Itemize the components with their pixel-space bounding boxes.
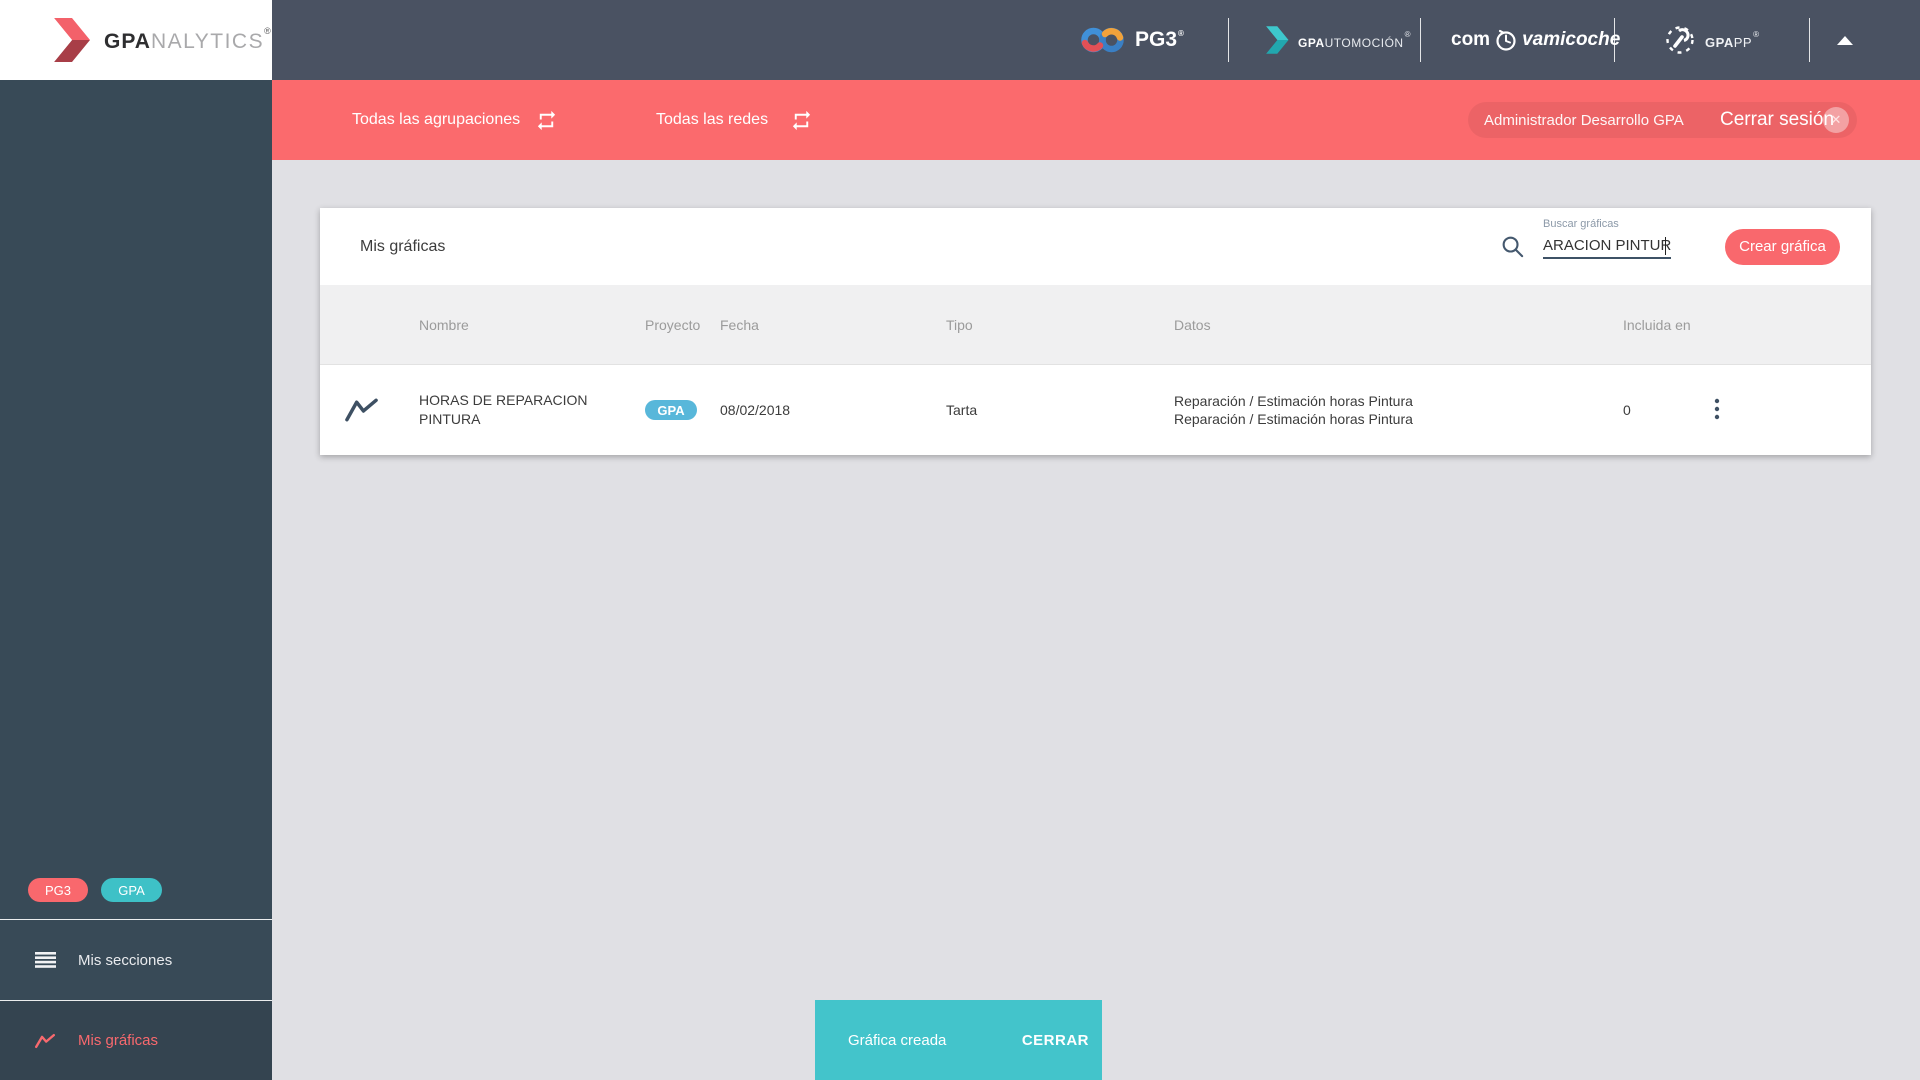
column-header-datos: Datos: [1174, 316, 1211, 333]
sidebar: PG3 GPA Mis secciones Mis gráficas: [0, 80, 272, 1080]
filter-bar: Todas las agrupaciones Todas las redes A…: [272, 80, 1920, 160]
toast-message: Gráfica creada: [848, 1031, 947, 1049]
filter-redes[interactable]: Todas las redes: [656, 80, 768, 160]
menu-icon: [35, 952, 56, 968]
chart-line-icon: [35, 1033, 55, 1048]
column-header-tipo: Tipo: [946, 316, 973, 333]
page-title: Mis gráficas: [360, 237, 446, 255]
row-icon-cell: [320, 397, 419, 423]
gpautomocion-logo: GPAUTOMOCIÓN®: [1262, 25, 1411, 55]
row-datos-line: Reparación / Estimación horas Pintura: [1174, 411, 1413, 427]
column-header-nombre: Nombre: [419, 316, 469, 333]
search-field: Buscar gráficas: [1543, 218, 1671, 259]
sidebar-badges: PG3 GPA: [28, 878, 162, 902]
filter-agrupaciones[interactable]: Todas las agrupaciones: [352, 80, 520, 160]
table-header: Nombre Proyecto Fecha Tipo Datos Incluid…: [320, 285, 1871, 364]
column-header-proyecto: Proyecto: [645, 316, 701, 333]
pg3-infinity-icon: [1081, 27, 1124, 53]
sidebar-item-graficas[interactable]: Mis gráficas: [0, 1001, 272, 1080]
row-actions: [1700, 398, 1871, 423]
swap-agrupaciones-icon[interactable]: [535, 109, 558, 132]
header-divider: [1809, 18, 1810, 62]
app-root: GPANALYTICS® PG3® GPAUTOMOCIÓN® com vami…: [0, 0, 1920, 1080]
gpapp-wrench-icon: [1666, 26, 1694, 54]
column-header-incluida-en: Incluida en: [1623, 316, 1691, 333]
top-header: GPANALYTICS® PG3® GPAUTOMOCIÓN® com vami…: [0, 0, 1920, 80]
row-incluida-en: 0: [1623, 402, 1631, 418]
card-header: Mis gráficas Buscar gráficas Crear gráfi…: [320, 208, 1871, 285]
search-icon[interactable]: [1500, 234, 1525, 259]
create-chart-button[interactable]: Crear gráfica: [1725, 228, 1840, 265]
sidebar-item-label: Mis secciones: [78, 951, 173, 969]
gpautomocion-label: GPAUTOMOCIÓN®: [1298, 30, 1411, 50]
gpa-analytics-arrow-icon: [54, 18, 90, 62]
row-datos: Reparación / Estimación horas Pintura Re…: [1174, 392, 1623, 428]
clock-icon: [1496, 29, 1516, 51]
pg3-logo: PG3®: [1080, 25, 1184, 55]
project-badge: GPA: [645, 400, 697, 420]
logout-button[interactable]: Cerrar sesión: [1720, 109, 1834, 131]
header-divider: [1420, 18, 1421, 62]
sidebar-item-secciones[interactable]: Mis secciones: [0, 920, 272, 1000]
text-caret: [1665, 236, 1666, 255]
search-input[interactable]: [1543, 234, 1671, 257]
user-session-pill: Administrador Desarrollo GPA Cerrar sesi…: [1468, 102, 1857, 138]
user-name: Administrador Desarrollo GPA: [1484, 111, 1684, 129]
row-proyecto: GPA: [645, 400, 720, 420]
header-divider: [1228, 18, 1229, 62]
collapse-caret-icon[interactable]: [1837, 36, 1853, 45]
row-datos-line: Reparación / Estimación horas Pintura: [1174, 393, 1413, 409]
badge-gpa[interactable]: GPA: [101, 878, 162, 902]
chart-line-icon: [345, 398, 378, 422]
search-label: Buscar gráficas: [1543, 217, 1619, 230]
gpa-analytics-logo: GPANALYTICS®: [0, 0, 272, 80]
row-tipo: Tarta: [946, 402, 978, 418]
toast-close-button[interactable]: CERRAR: [1022, 1032, 1089, 1049]
gpautomocion-arrow-icon: [1266, 26, 1289, 54]
swap-redes-icon[interactable]: [790, 109, 813, 132]
close-session-icon[interactable]: ✕: [1823, 107, 1849, 133]
gpapp-label: GPAPP®: [1705, 30, 1760, 50]
table-row[interactable]: HORAS DE REPARACION PINTURA GPA 08/02/20…: [320, 364, 1871, 455]
comovamicoche-logo: com vamicoche: [1451, 29, 1621, 51]
column-header-fecha: Fecha: [720, 316, 759, 333]
search-cluster: Buscar gráficas Crear gráfica: [1500, 208, 1840, 285]
sidebar-item-label: Mis gráficas: [78, 1032, 159, 1049]
kebab-menu-icon[interactable]: [1714, 398, 1720, 420]
gpapp-logo: GPAPP®: [1664, 24, 1759, 56]
main-content: Mis gráficas Buscar gráficas Crear gráfi…: [272, 160, 1920, 1080]
filter-agrupaciones-label: Todas las agrupaciones: [352, 111, 521, 128]
badge-pg3[interactable]: PG3: [28, 878, 88, 902]
row-fecha: 08/02/2018: [720, 402, 791, 418]
pg3-label: PG3®: [1135, 28, 1184, 51]
header-divider: [1614, 18, 1615, 62]
brand-text: GPANALYTICS®: [104, 26, 272, 53]
filter-redes-label: Todas las redes: [656, 111, 769, 128]
row-nombre: HORAS DE REPARACION PINTURA: [419, 392, 588, 427]
graficas-card: Mis gráficas Buscar gráficas Crear gráfi…: [320, 208, 1871, 455]
toast-notification: Gráfica creada CERRAR: [815, 1000, 1102, 1080]
